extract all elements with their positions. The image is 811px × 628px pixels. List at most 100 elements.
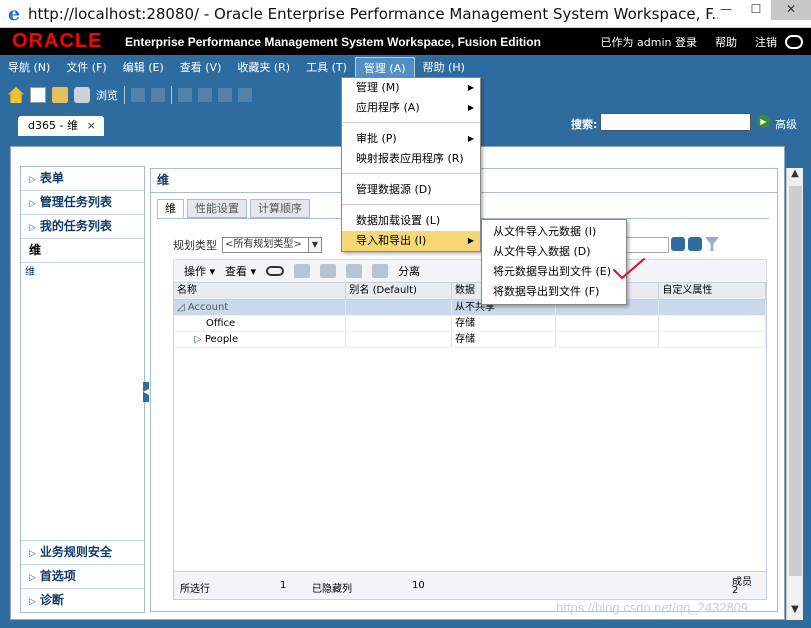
menu-item-import-data[interactable]: 从文件导入数据 (D) — [482, 242, 626, 262]
scroll-down-icon[interactable]: ▼ — [787, 604, 803, 620]
oracle-logo: ORACLE — [12, 30, 103, 52]
menu-navigate[interactable]: 导航 (N) — [0, 57, 58, 79]
menu-item-export-metadata[interactable]: 将元数据导出到文件 (E) — [482, 262, 626, 282]
menu-help[interactable]: 帮助 (H) — [415, 57, 473, 79]
logout-link[interactable]: 注销 — [755, 34, 777, 50]
nav-dimensions-link[interactable]: 维 — [21, 263, 144, 283]
col-custom-attributes[interactable]: 自定义属性 — [659, 283, 766, 299]
new-document-icon[interactable] — [30, 87, 46, 103]
logout-icon[interactable] — [785, 34, 803, 49]
glasses-icon[interactable] — [266, 266, 285, 276]
watermark: https://blog.csdn.net/qq_2432809 — [556, 600, 749, 615]
minimize-button[interactable]: — — [711, 0, 741, 20]
advanced-search-link[interactable]: 高级 — [775, 116, 797, 132]
scroll-thumb[interactable] — [789, 186, 802, 576]
expand-icon: ▷ — [29, 199, 36, 209]
nav-diagnostics[interactable]: ▷ 诊断 — [21, 588, 144, 612]
menu-view[interactable]: 查看 (V) — [172, 57, 230, 79]
menu-item-export-data[interactable]: 将数据导出到文件 (F) — [482, 282, 626, 302]
member-formula-icon — [294, 264, 311, 278]
cut-icon — [198, 88, 212, 102]
sync-icon — [151, 88, 165, 102]
nav-business-rules-security[interactable]: ▷ 业务规则安全 — [21, 540, 144, 564]
tab-performance-settings[interactable]: 性能设置 — [187, 199, 247, 218]
chevron-down-icon[interactable]: ▼ — [308, 237, 322, 253]
open-folder-icon[interactable] — [52, 87, 68, 103]
browser-title-bar: e http://localhost:28080/ - Oracle Enter… — [0, 0, 811, 28]
help-link[interactable]: 帮助 — [715, 34, 737, 50]
menu-item-import-export[interactable]: 导入和导出 (I) ▶ — [342, 231, 480, 251]
app-header: ORACLE Enterprise Performance Management… — [0, 28, 811, 55]
browse-button[interactable]: 浏览 — [96, 87, 118, 103]
search-members-icon[interactable] — [671, 237, 685, 251]
red-checkmark-annotation — [613, 258, 645, 280]
menu-file[interactable]: 文件 (F) — [58, 57, 114, 79]
maximize-button[interactable]: ☐ — [741, 0, 771, 20]
menu-separator — [342, 122, 480, 129]
copy-icon — [218, 88, 232, 102]
nav-my-task-lists[interactable]: ▷ 我的任务列表 — [21, 215, 144, 239]
detach-icon[interactable] — [372, 264, 389, 278]
browse-icon[interactable] — [74, 87, 90, 103]
menu-administer[interactable]: 管理 (A) — [354, 57, 415, 79]
collapse-icon[interactable]: ◿ — [177, 302, 188, 313]
dimensions-grid: 名称 别名 (Default) 数据 自定义属性 ◿ Account 从不共享 … — [173, 282, 767, 600]
vertical-scrollbar[interactable]: ▲ ▼ — [786, 168, 803, 620]
tab-d365-dimensions[interactable]: d365 - 维 × — [18, 116, 104, 136]
menu-separator — [342, 204, 480, 211]
menu-favorites[interactable]: 收藏夹 (R) — [229, 57, 298, 79]
grid-toolbar: 操作 ▾ 查看 ▾ 分离 — [173, 259, 767, 283]
menu-item-import-metadata[interactable]: 从文件导入元数据 (I) — [482, 222, 626, 242]
nav-forms[interactable]: ▷ 表单 — [21, 167, 144, 191]
plan-type-select[interactable]: <所有规划类型> ▼ — [222, 237, 322, 253]
table-row[interactable]: ▷ People 存储 — [174, 332, 766, 348]
expand-icon: ▷ — [29, 573, 36, 583]
menu-item-data-load-settings[interactable]: 数据加载设置 (L) — [342, 211, 480, 231]
close-window-button[interactable]: ✕ — [771, 0, 811, 20]
menu-edit[interactable]: 编辑 (E) — [115, 57, 172, 79]
col-alias[interactable]: 别名 (Default) — [346, 283, 453, 299]
actions-menu[interactable]: 操作 ▾ — [184, 263, 215, 279]
tab-dimensions[interactable]: 维 — [157, 199, 184, 218]
collapse-splitter[interactable]: ◀ — [143, 382, 149, 402]
search-label: 搜索: — [571, 118, 598, 131]
advanced-search-icon[interactable]: ▶ — [757, 115, 770, 128]
internet-explorer-icon: e — [7, 2, 21, 25]
tab-calc-order[interactable]: 计算顺序 — [250, 199, 310, 218]
menu-item-manage[interactable]: 管理 (M) ▶ — [342, 78, 480, 98]
table-row[interactable]: Office 存储 — [174, 316, 767, 332]
selected-rows-count: 1 — [280, 580, 287, 591]
left-navigation: ▷ 表单 ▷ 管理任务列表 ▷ 我的任务列表 维 维 ▷ 业务规则安全 ▷ 首选项 ▷ 诊断 — [20, 166, 145, 613]
properties-icon — [346, 264, 363, 278]
nav-admin-task-lists[interactable]: ▷ 管理任务列表 — [21, 191, 144, 215]
grid-header: 名称 别名 (Default) 数据 自定义属性 — [174, 283, 766, 300]
menu-item-approvals[interactable]: 审批 (P) ▶ — [342, 129, 480, 149]
view-menu[interactable]: 查看 ▾ — [225, 263, 256, 279]
detach-button[interactable]: 分离 — [398, 263, 420, 279]
scroll-up-icon[interactable]: ▲ — [787, 168, 803, 184]
user-status: 已作为 admin 登录 — [600, 35, 697, 49]
window-title: http://localhost:28080/ - Oracle Enterpr… — [28, 4, 718, 23]
search-next-icon[interactable] — [688, 237, 702, 251]
home-icon[interactable] — [8, 87, 24, 103]
expand-icon: ▷ — [29, 223, 36, 233]
expand-icon: ▷ — [29, 597, 36, 607]
filter-icon[interactable] — [705, 237, 719, 251]
menu-separator — [342, 173, 480, 180]
paste-icon — [238, 88, 252, 102]
menu-item-manage-data-source[interactable]: 管理数据源 (D) — [342, 180, 480, 200]
search-input[interactable] — [600, 113, 751, 131]
members-count: 2 — [732, 585, 739, 596]
expand-icon[interactable]: ▷ — [194, 334, 205, 345]
col-name[interactable]: 名称 — [174, 283, 347, 299]
menu-item-map-reporting-app[interactable]: 映射报表应用程序 (R) — [342, 149, 480, 169]
import-export-submenu: 从文件导入元数据 (I) 从文件导入数据 (D) 将元数据导出到文件 (E) 将… — [481, 219, 627, 305]
table-row[interactable]: ◿ Account 从不共享 — [174, 300, 766, 316]
menu-tools[interactable]: 工具 (T) — [298, 57, 355, 79]
nav-dimensions[interactable]: 维 — [21, 239, 144, 263]
nav-preferences[interactable]: ▷ 首选项 — [21, 564, 144, 588]
close-tab-icon[interactable]: × — [87, 116, 96, 136]
refresh-icon — [131, 88, 145, 102]
hidden-columns-count: 10 — [412, 580, 425, 591]
menu-item-application[interactable]: 应用程序 (A) ▶ — [342, 98, 480, 118]
